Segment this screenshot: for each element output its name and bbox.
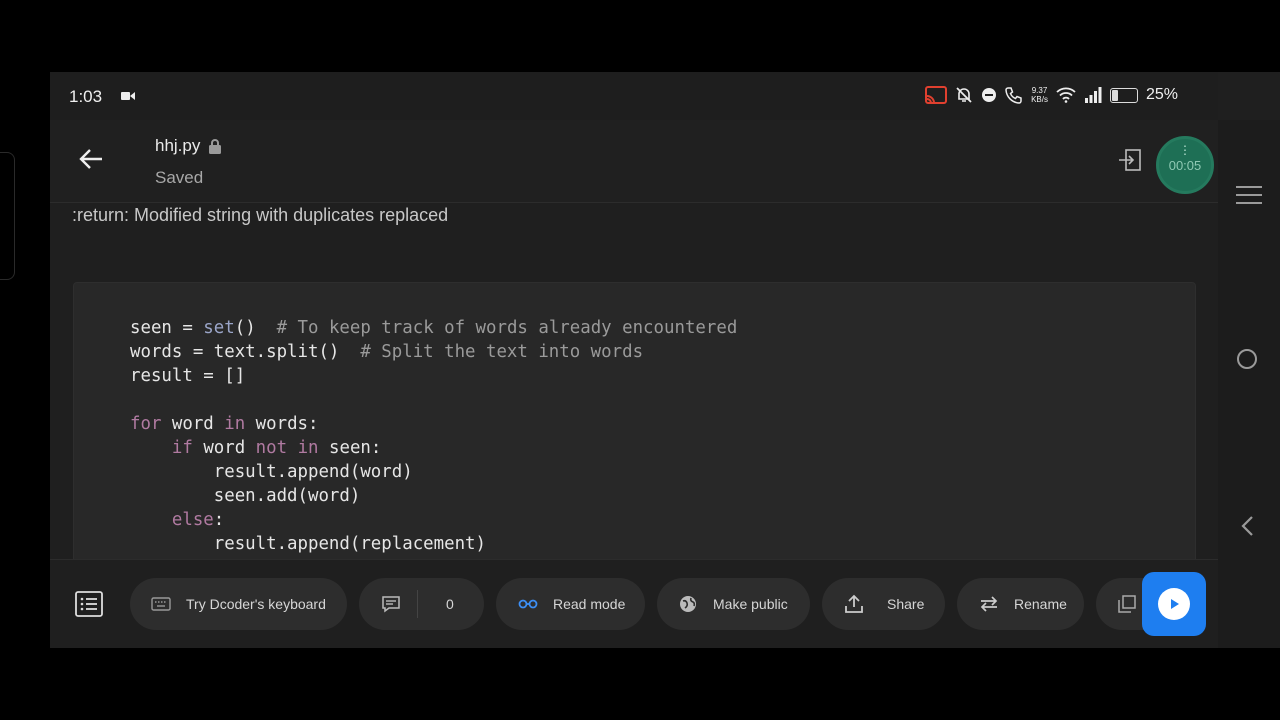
- video-camera-icon: [121, 92, 135, 100]
- make-public-label: Make public: [713, 596, 788, 612]
- share-button[interactable]: Share: [822, 578, 945, 630]
- try-keyboard-label: Try Dcoder's keyboard: [186, 596, 326, 612]
- code-line: for word in words:: [130, 414, 319, 434]
- system-nav-bar: [1218, 120, 1280, 648]
- net-speed-value: 9.37: [1031, 86, 1048, 95]
- try-keyboard-button[interactable]: Try Dcoder's keyboard: [130, 578, 347, 630]
- outline-list-icon[interactable]: [75, 591, 103, 617]
- comment-icon: [381, 595, 401, 613]
- wifi-icon: [1056, 87, 1076, 103]
- app-screen: 1:03 9.37 KB/s 25% hhj.py Saved ⋮ 00:05 …: [50, 72, 1280, 648]
- code-line: else:: [171, 510, 225, 530]
- file-name: hhj.py: [155, 136, 201, 155]
- status-bar: 1:03 9.37 KB/s 25%: [50, 72, 1218, 120]
- keyboard-icon: [151, 597, 171, 611]
- code-line: seen = set() # To keep track of words al…: [130, 318, 738, 338]
- code-line: result.append(word): [213, 462, 413, 482]
- read-mode-button[interactable]: Read mode: [496, 578, 645, 630]
- battery-fill: [1111, 89, 1119, 101]
- timer-text: 00:05: [1168, 157, 1202, 173]
- make-public-button[interactable]: Make public: [657, 578, 810, 630]
- net-speed-unit: KB/s: [1031, 95, 1048, 104]
- bottom-toolbar: Try Dcoder's keyboard 0 Read mode Make p…: [50, 559, 1218, 648]
- code-block[interactable]: seen = set() # To keep track of words al…: [73, 282, 1196, 559]
- swap-icon: [979, 595, 999, 613]
- code-line: if word not in seen:: [171, 438, 382, 458]
- status-icons: 9.37 KB/s 25%: [925, 86, 1178, 104]
- app-header: hhj.py Saved ⋮ 00:05: [50, 120, 1218, 203]
- comments-button[interactable]: 0: [359, 578, 484, 630]
- battery-icon: [1109, 87, 1138, 103]
- nav-back-icon[interactable]: [1238, 515, 1258, 537]
- code-line: seen.add(word): [213, 486, 361, 506]
- docstring-line: :return: Modified string with duplicates…: [72, 205, 449, 225]
- recent-apps-icon[interactable]: [1236, 186, 1262, 210]
- signal-icon: [1084, 87, 1102, 103]
- code-text: seen = set() # To keep track of words al…: [130, 316, 737, 556]
- play-icon: [1158, 588, 1190, 620]
- screen-edge: [0, 152, 15, 280]
- network-speed: 9.37 KB/s: [1031, 86, 1048, 104]
- battery-percent: 25%: [1145, 86, 1178, 103]
- run-button[interactable]: [1142, 572, 1206, 636]
- code-line: result = []: [130, 366, 246, 386]
- save-status: Saved: [155, 168, 204, 187]
- rename-button[interactable]: Rename: [957, 578, 1084, 630]
- globe-icon: [679, 595, 697, 613]
- comments-divider: [417, 590, 418, 618]
- glasses-icon: [518, 599, 538, 609]
- read-mode-label: Read mode: [553, 596, 626, 612]
- editor-content: :return: Modified string with duplicates…: [50, 203, 1218, 559]
- comments-count: 0: [446, 596, 454, 612]
- share-icon: [844, 594, 864, 614]
- share-label: Share: [887, 596, 925, 612]
- copy-file-icon: [1118, 595, 1136, 613]
- call-icon: [1005, 87, 1022, 104]
- home-icon[interactable]: [1237, 349, 1257, 369]
- mute-bell-icon: [956, 87, 972, 103]
- code-line: result.append(replacement): [213, 534, 486, 554]
- recording-timer[interactable]: ⋮ 00:05: [1156, 136, 1214, 194]
- exit-editor-icon[interactable]: [1118, 148, 1142, 172]
- more-dots-icon: ⋮: [1179, 143, 1191, 157]
- do-not-disturb-icon: [982, 88, 997, 102]
- clock: 1:03: [69, 87, 103, 106]
- lock-icon: [209, 139, 222, 154]
- code-line: words = text.split() # Split the text in…: [130, 342, 644, 362]
- cast-icon: [925, 86, 948, 104]
- rename-label: Rename: [1014, 596, 1067, 612]
- back-arrow-icon[interactable]: [78, 146, 104, 172]
- file-title: hhj.py: [155, 136, 222, 156]
